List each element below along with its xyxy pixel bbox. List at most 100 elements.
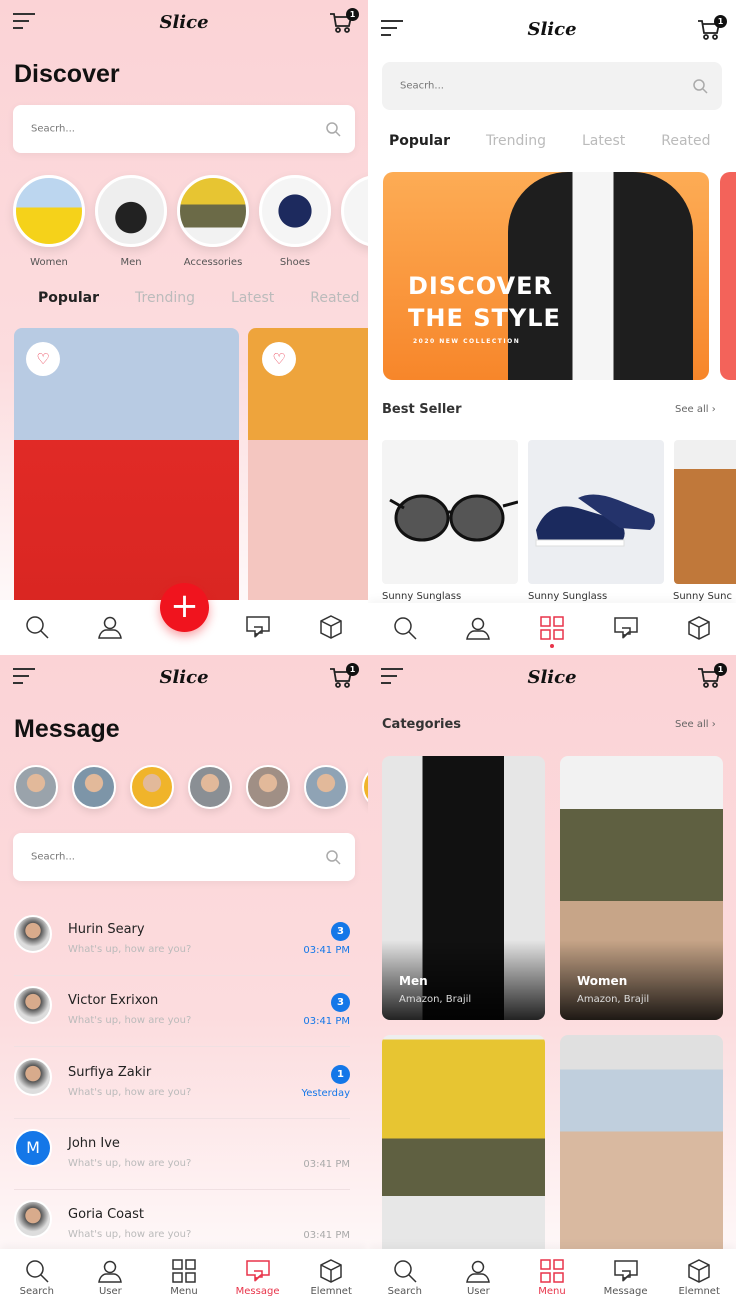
nav-message[interactable]: Message bbox=[228, 1259, 288, 1297]
banner-line2: THE STYLE bbox=[408, 304, 561, 332]
nav-label: User bbox=[466, 1286, 490, 1297]
category-card[interactable] bbox=[560, 1035, 723, 1265]
nav-user[interactable]: User bbox=[448, 1259, 508, 1297]
message-item[interactable]: Hurin Seary What's up, how are you? 3 03:41… bbox=[14, 905, 350, 976]
promo-banner-next[interactable] bbox=[720, 172, 736, 380]
category-sunglasses[interactable]: Su bbox=[341, 175, 368, 268]
message-preview: What's up, how are you? bbox=[68, 944, 192, 955]
user-icon bbox=[80, 615, 140, 639]
tab-trending[interactable]: Trending bbox=[486, 133, 546, 149]
heart-icon[interactable]: ♡ bbox=[26, 342, 60, 376]
nav-search[interactable] bbox=[7, 615, 67, 639]
contact-avatar[interactable] bbox=[188, 765, 232, 809]
nav-user[interactable]: User bbox=[80, 1259, 140, 1297]
chevron-right-circle-icon: › bbox=[711, 719, 716, 730]
nav-elemnet[interactable] bbox=[669, 616, 729, 640]
message-preview: What's up, how are you? bbox=[68, 1015, 192, 1027]
nav-label: Message bbox=[603, 1286, 648, 1297]
nav-message[interactable]: Message bbox=[596, 1259, 656, 1297]
nav-elemnet[interactable]: Elemnet bbox=[301, 1259, 361, 1297]
tab-trending[interactable]: Trending bbox=[135, 290, 195, 306]
contact-avatar[interactable] bbox=[246, 765, 290, 809]
add-button[interactable]: + bbox=[160, 583, 209, 632]
categories-screen: Slice 1 Categories See all › Men Amazon, … bbox=[368, 655, 736, 1310]
category-men[interactable]: Men bbox=[95, 175, 167, 268]
nav-user[interactable] bbox=[80, 615, 140, 639]
nav-user[interactable] bbox=[448, 616, 508, 640]
product-card[interactable]: ♡ bbox=[14, 328, 239, 608]
shoes-image bbox=[535, 494, 655, 547]
product-card[interactable] bbox=[382, 440, 519, 584]
nav-search[interactable]: Search bbox=[375, 1259, 435, 1297]
bottom-nav bbox=[368, 603, 736, 655]
search-input[interactable]: Seacrh... bbox=[13, 105, 355, 153]
heart-icon[interactable]: ♡ bbox=[262, 342, 296, 376]
search-placeholder: Seacrh... bbox=[31, 851, 75, 863]
message-item[interactable]: Victor Exrixon What's up, how are you? 3 03… bbox=[14, 976, 350, 1048]
nav-search[interactable]: Search bbox=[7, 1259, 67, 1297]
cart-badge: 1 bbox=[714, 15, 727, 28]
message-item[interactable]: M John Ive What's up, how are you? 03:41 PM bbox=[14, 1119, 350, 1190]
search-icon bbox=[326, 850, 341, 865]
message-time: Yesterday bbox=[301, 1087, 350, 1099]
nav-label: Menu bbox=[170, 1286, 198, 1297]
category-accessories[interactable]: Accessories bbox=[177, 175, 249, 268]
category-women[interactable]: Women bbox=[13, 175, 85, 268]
contact-name: John Ive bbox=[68, 1135, 120, 1151]
product-card[interactable] bbox=[528, 440, 664, 584]
promo-banner[interactable]: DISCOVER THE STYLE 2020 NEW COLLECTION bbox=[383, 172, 709, 380]
nav-elemnet[interactable] bbox=[301, 615, 361, 639]
search-icon bbox=[7, 615, 67, 639]
nav-search[interactable] bbox=[375, 616, 435, 640]
category-card-men[interactable]: Men Amazon, Brajil bbox=[382, 756, 545, 1020]
chevron-right-circle-icon: › bbox=[711, 404, 716, 415]
search-icon bbox=[375, 1259, 435, 1283]
logo: Slice bbox=[527, 19, 577, 40]
tab-reated[interactable]: Reated bbox=[310, 290, 359, 306]
page-title: Message bbox=[14, 715, 120, 743]
contact-avatar[interactable] bbox=[130, 765, 174, 809]
see-all-label: See all bbox=[675, 719, 709, 730]
search-input[interactable]: Seacrh... bbox=[382, 62, 722, 110]
cart-button[interactable]: 1 bbox=[697, 663, 727, 691]
search-input[interactable]: Seacrh... bbox=[13, 833, 355, 881]
message-item[interactable]: Surfiya Zakir What's up, how are you? 1 Yes… bbox=[14, 1048, 350, 1119]
contact-avatar[interactable] bbox=[72, 765, 116, 809]
cart-button[interactable]: 1 bbox=[329, 8, 359, 36]
nav-message[interactable] bbox=[596, 616, 656, 640]
tab-popular[interactable]: Popular bbox=[389, 133, 450, 149]
box-icon bbox=[669, 616, 729, 640]
category-label: Accessories bbox=[183, 257, 243, 268]
tab-latest[interactable]: Latest bbox=[231, 290, 274, 306]
cart-button[interactable]: 1 bbox=[329, 663, 359, 691]
product-card[interactable]: ♡ bbox=[248, 328, 368, 608]
search-icon bbox=[693, 79, 708, 94]
contact-name: Surfiya Zakir bbox=[68, 1064, 152, 1080]
chat-icon bbox=[596, 616, 656, 640]
product-name: Sunny Sunc bbox=[673, 591, 732, 602]
cart-button[interactable]: 1 bbox=[697, 15, 727, 43]
nav-message[interactable] bbox=[228, 615, 288, 639]
product-card[interactable] bbox=[674, 440, 736, 584]
unread-badge: 1 bbox=[331, 1064, 350, 1084]
nav-elemnet[interactable]: Elemnet bbox=[669, 1259, 729, 1297]
nav-menu[interactable] bbox=[522, 616, 582, 648]
nav-menu[interactable]: Menu bbox=[154, 1259, 214, 1297]
home-tabs: Popular Trending Latest Reated bbox=[389, 133, 711, 149]
message-time: 03:41 PM bbox=[303, 1230, 350, 1242]
tab-latest[interactable]: Latest bbox=[582, 133, 625, 149]
message-time: 03:41 PM bbox=[303, 945, 350, 956]
see-all-label: See all bbox=[675, 404, 709, 415]
category-shoes[interactable]: Shoes bbox=[259, 175, 331, 268]
message-screen: Slice 1 Message Seacrh... Hurin Seary Wha… bbox=[0, 655, 368, 1310]
tab-reated[interactable]: Reated bbox=[661, 133, 710, 149]
contact-avatar[interactable] bbox=[14, 765, 58, 809]
tab-popular[interactable]: Popular bbox=[38, 290, 99, 306]
see-all-link[interactable]: See all › bbox=[675, 404, 716, 415]
category-card[interactable] bbox=[382, 1035, 545, 1265]
nav-menu[interactable]: Menu bbox=[522, 1259, 582, 1297]
contact-avatar[interactable] bbox=[304, 765, 348, 809]
see-all-link[interactable]: See all › bbox=[675, 719, 716, 730]
category-card-women[interactable]: Women Amazon, Brajil bbox=[560, 756, 723, 1020]
contact-name: Goria Coast bbox=[68, 1207, 144, 1223]
